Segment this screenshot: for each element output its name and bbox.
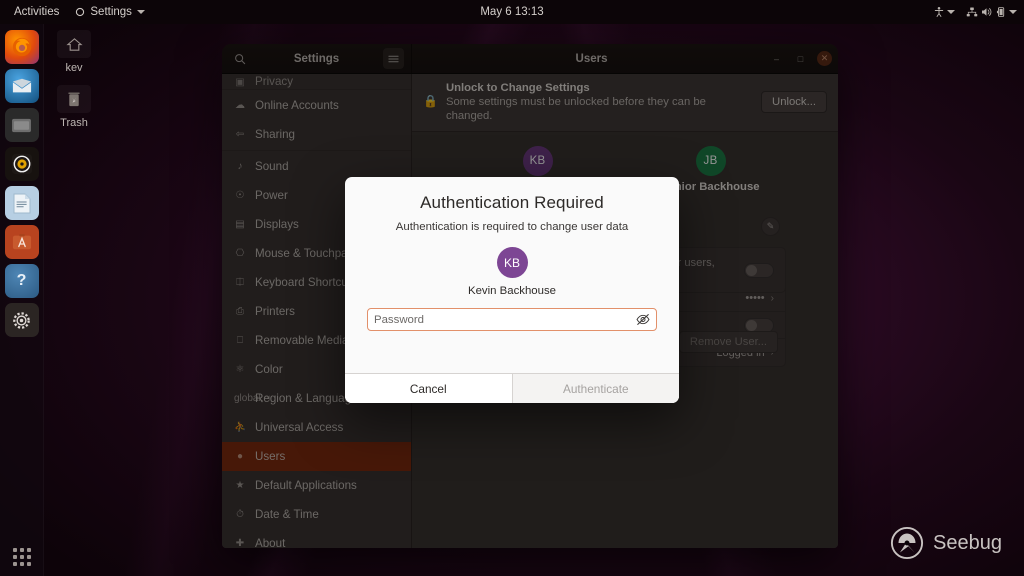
- dock-item-ubuntu-software[interactable]: [4, 225, 39, 259]
- dialog-actions: Cancel Authenticate: [345, 373, 679, 403]
- system-indicators[interactable]: [933, 6, 1024, 18]
- ubuntu-software-icon: [12, 234, 31, 250]
- clock-label: May 6 13:13: [480, 6, 544, 18]
- grid-dot: [19, 548, 24, 552]
- accessibility-icon: [934, 6, 944, 17]
- dialog-title: Authentication Required: [420, 193, 604, 212]
- grid-dot: [19, 555, 24, 559]
- desktop-icon-home[interactable]: kev: [43, 30, 105, 74]
- authentication-dialog: Authentication Required Authentication i…: [345, 177, 679, 403]
- app-menu-button[interactable]: Settings: [67, 3, 153, 21]
- files-folder-icon: [12, 118, 31, 132]
- seebug-watermark: Seebug: [890, 526, 1002, 560]
- document-icon: [13, 193, 30, 213]
- desktop-icon-label: Trash: [60, 117, 88, 129]
- dock-item-rhythmbox[interactable]: [4, 147, 39, 181]
- gear-icon: [13, 311, 30, 329]
- network-icon: [966, 7, 978, 17]
- clock-button[interactable]: May 6 13:13: [472, 3, 551, 21]
- chevron-down-icon: [136, 10, 145, 14]
- grid-dot: [12, 555, 17, 559]
- dialog-user-name: Kevin Backhouse: [467, 285, 557, 297]
- trash-icon: [57, 85, 91, 113]
- grid-dot: [19, 562, 24, 566]
- seebug-logo-icon: [890, 526, 924, 560]
- dock-item-help[interactable]: ?: [4, 264, 39, 298]
- chevron-down-icon: [947, 10, 955, 14]
- app-menu-label: Settings: [90, 6, 132, 18]
- dock-item-files[interactable]: [4, 108, 39, 142]
- gnome-top-bar: Activities Settings May 6 13:13: [0, 0, 1024, 24]
- avatar: KB: [496, 247, 528, 278]
- cancel-button[interactable]: Cancel: [345, 374, 513, 403]
- grid-dot: [26, 562, 31, 566]
- show-applications-button[interactable]: [12, 548, 31, 566]
- seebug-watermark-text: Seebug: [933, 531, 1002, 554]
- firefox-icon: [12, 37, 31, 57]
- password-field-wrapper[interactable]: [367, 308, 657, 331]
- dialog-subtitle: Authentication is required to change use…: [395, 221, 629, 233]
- home-folder-icon: [57, 30, 91, 58]
- dock-item-thunderbird[interactable]: [4, 69, 39, 103]
- authenticate-button[interactable]: Authenticate: [512, 374, 679, 403]
- volume-icon: [982, 8, 992, 16]
- grid-dot: [26, 555, 31, 559]
- rhythmbox-icon: [11, 153, 32, 175]
- dock-item-settings[interactable]: [4, 303, 39, 337]
- dock-item-firefox[interactable]: [4, 30, 39, 64]
- ubuntu-dock: ?: [0, 24, 44, 576]
- grid-dot: [26, 548, 31, 552]
- settings-gear-icon: [76, 7, 85, 17]
- thunderbird-mail-icon: [12, 78, 31, 93]
- authentication-dialog-body: Authentication Required Authentication i…: [345, 177, 679, 373]
- clock-area: May 6 13:13: [0, 3, 1024, 21]
- grid-dot: [12, 548, 17, 552]
- eye-slash-icon[interactable]: [635, 313, 650, 327]
- password-input[interactable]: [374, 313, 635, 326]
- grid-dot: [12, 562, 17, 566]
- question-mark-icon: ?: [16, 272, 27, 289]
- desktop-icon-trash[interactable]: Trash: [43, 85, 105, 129]
- desktop-icon-label: kev: [65, 62, 83, 74]
- battery-icon: [996, 7, 1005, 17]
- activities-label: Activities: [14, 6, 60, 18]
- chevron-down-icon: [1009, 10, 1017, 14]
- activities-button[interactable]: Activities: [6, 3, 67, 21]
- dock-item-libreoffice-writer[interactable]: [4, 186, 39, 220]
